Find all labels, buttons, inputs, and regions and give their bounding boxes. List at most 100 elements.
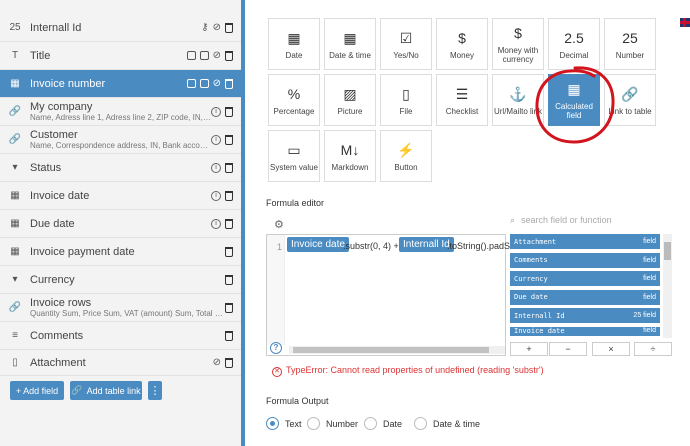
type-label: System value — [269, 162, 319, 172]
settings-gear-icon[interactable]: ⚙ — [274, 218, 284, 231]
more-button[interactable]: ⋮ — [148, 381, 162, 400]
plus-operator-button[interactable]: + — [510, 342, 548, 356]
radio-label: Text — [285, 418, 302, 429]
add-table-link-button[interactable]: 🔗 Add table link — [70, 381, 142, 400]
delete-icon[interactable] — [225, 162, 233, 173]
formula-code-editor[interactable]: 1 Invoice date .substr(0, 4) + Internall… — [266, 234, 513, 356]
formula-search-input[interactable]: ⌕ search field or function — [510, 215, 612, 226]
eye-off-icon[interactable]: ⊘ — [213, 357, 221, 368]
type-tile-picture[interactable]: ▨ Picture — [324, 74, 376, 126]
field-row[interactable]: ▾ Status i — [0, 154, 241, 182]
horizontal-scrollbar[interactable] — [289, 346, 505, 354]
suggestion-item[interactable]: Attachment field — [510, 234, 660, 249]
radio-label: Date — [383, 418, 403, 429]
check-box-icon[interactable] — [199, 51, 209, 60]
minus-operator-button[interactable]: − — [549, 342, 587, 356]
info-icon[interactable]: i — [211, 190, 221, 201]
uk-flag-icon[interactable] — [680, 18, 690, 27]
eye-off-icon[interactable]: ⊘ — [213, 22, 221, 33]
type-tile-button[interactable]: ⚡ Button — [380, 130, 432, 182]
suggestion-item[interactable]: Currency field — [510, 271, 660, 286]
suggestion-item[interactable]: Internall Id 25 field — [510, 308, 660, 323]
field-type-icon: ▦ — [10, 78, 20, 89]
radio-circle[interactable] — [266, 417, 279, 430]
delete-icon[interactable] — [225, 106, 233, 117]
field-actions: ⊘ — [186, 78, 241, 89]
eye-off-icon[interactable]: ⊘ — [213, 78, 221, 89]
output-radio-text[interactable]: Text — [266, 417, 302, 430]
type-tile-system-value[interactable]: ▭ System value — [268, 130, 320, 182]
info-icon[interactable]: i — [211, 106, 221, 117]
info-icon[interactable]: i — [211, 134, 221, 145]
delete-icon[interactable] — [225, 190, 233, 201]
type-tile-checklist[interactable]: ☰ Checklist — [436, 74, 488, 126]
date-time-icon: ▦ — [343, 29, 357, 46]
radio-circle[interactable] — [307, 417, 320, 430]
output-radio-date-time[interactable]: Date & time — [414, 417, 480, 430]
card-icon[interactable] — [186, 51, 196, 60]
field-name: Title — [30, 49, 51, 62]
field-row[interactable]: ▯ Attachment ⊘ — [0, 350, 241, 376]
formula-chip-internall-id[interactable]: Internall Id — [399, 237, 454, 252]
delete-icon[interactable] — [225, 218, 233, 229]
delete-icon[interactable] — [225, 246, 233, 257]
suggestion-scrollbar[interactable] — [663, 234, 672, 338]
type-label: Date & time — [329, 50, 371, 60]
divide-operator-button[interactable]: ÷ — [634, 342, 672, 356]
output-radio-date[interactable]: Date — [364, 417, 402, 430]
field-row[interactable]: ▦ Invoice payment date — [0, 238, 241, 266]
field-row[interactable]: ▦ Invoice number ⊘ — [0, 70, 241, 98]
field-type-icon: ▾ — [12, 162, 18, 173]
type-tile-percentage[interactable]: % Percentage — [268, 74, 320, 126]
add-field-button[interactable]: + Add field — [10, 381, 64, 400]
field-row[interactable]: ▦ Due date i — [0, 210, 241, 238]
formula-editor-title: Formula editor — [266, 198, 325, 208]
link-to-table-icon: 🔗 — [621, 85, 639, 102]
type-tile-date-time[interactable]: ▦ Date & time — [324, 18, 376, 70]
check-box-icon[interactable] — [199, 79, 209, 88]
field-row[interactable]: 🔗 Customer Name, Correspondence address, I… — [0, 126, 241, 154]
delete-icon[interactable] — [225, 274, 233, 285]
multiply-operator-button[interactable]: × — [592, 342, 630, 356]
delete-icon[interactable] — [225, 302, 233, 313]
suggestion-item[interactable]: Due date field — [510, 289, 660, 305]
radio-circle[interactable] — [414, 417, 427, 430]
field-row[interactable]: ≡ Comments — [0, 322, 241, 350]
field-actions: i — [211, 218, 241, 229]
delete-icon[interactable] — [225, 50, 233, 61]
formula-chip-invoice-date[interactable]: Invoice date — [287, 237, 349, 252]
type-tile-yes-no[interactable]: ☑ Yes/No — [380, 18, 432, 70]
radio-circle[interactable] — [364, 417, 377, 430]
eye-off-icon[interactable]: ⊘ — [213, 50, 221, 61]
error-text: TypeError: Cannot read properties of und… — [286, 365, 544, 375]
delete-icon[interactable] — [225, 78, 233, 89]
output-radio-number[interactable]: Number — [307, 417, 358, 430]
type-label: Number — [615, 50, 645, 60]
info-icon[interactable]: i — [211, 218, 221, 229]
help-icon[interactable]: ? — [270, 342, 282, 354]
type-tile-money[interactable]: $ Money — [436, 18, 488, 70]
field-row[interactable]: 🔗 My company Name, Adress line 1, Adress l… — [0, 98, 241, 126]
suggestion-type: field — [643, 256, 656, 264]
field-row[interactable]: ▦ Invoice date i — [0, 182, 241, 210]
field-name: Internall Id — [30, 21, 82, 34]
field-name: My company — [30, 101, 93, 113]
info-icon[interactable]: i — [211, 162, 221, 173]
suggestion-item[interactable]: Invoice date field — [510, 326, 660, 336]
delete-icon[interactable] — [225, 330, 233, 341]
type-tile-file[interactable]: ▯ File — [380, 74, 432, 126]
delete-icon[interactable] — [225, 22, 233, 33]
delete-icon[interactable] — [225, 357, 233, 368]
type-tile-date[interactable]: ▦ Date — [268, 18, 320, 70]
card-icon[interactable] — [186, 79, 196, 88]
field-row[interactable]: 25 Internall Id ⚷ ⊘ — [0, 14, 241, 42]
field-row[interactable]: T Title ⊘ — [0, 42, 241, 70]
type-tile-markdown[interactable]: M↓ Markdown — [324, 130, 376, 182]
suggestion-item[interactable]: Comments field — [510, 252, 660, 268]
type-label: Yes/No — [393, 50, 419, 60]
field-row[interactable]: 🔗 Invoice rows Quantity Sum, Price Sum, VA… — [0, 294, 241, 322]
delete-icon[interactable] — [225, 134, 233, 145]
field-row[interactable]: ▾ Currency — [0, 266, 241, 294]
field-text: Status — [30, 162, 211, 174]
field-subtitle: Quantity Sum, Price Sum, VAT (amount) Su… — [30, 309, 225, 318]
